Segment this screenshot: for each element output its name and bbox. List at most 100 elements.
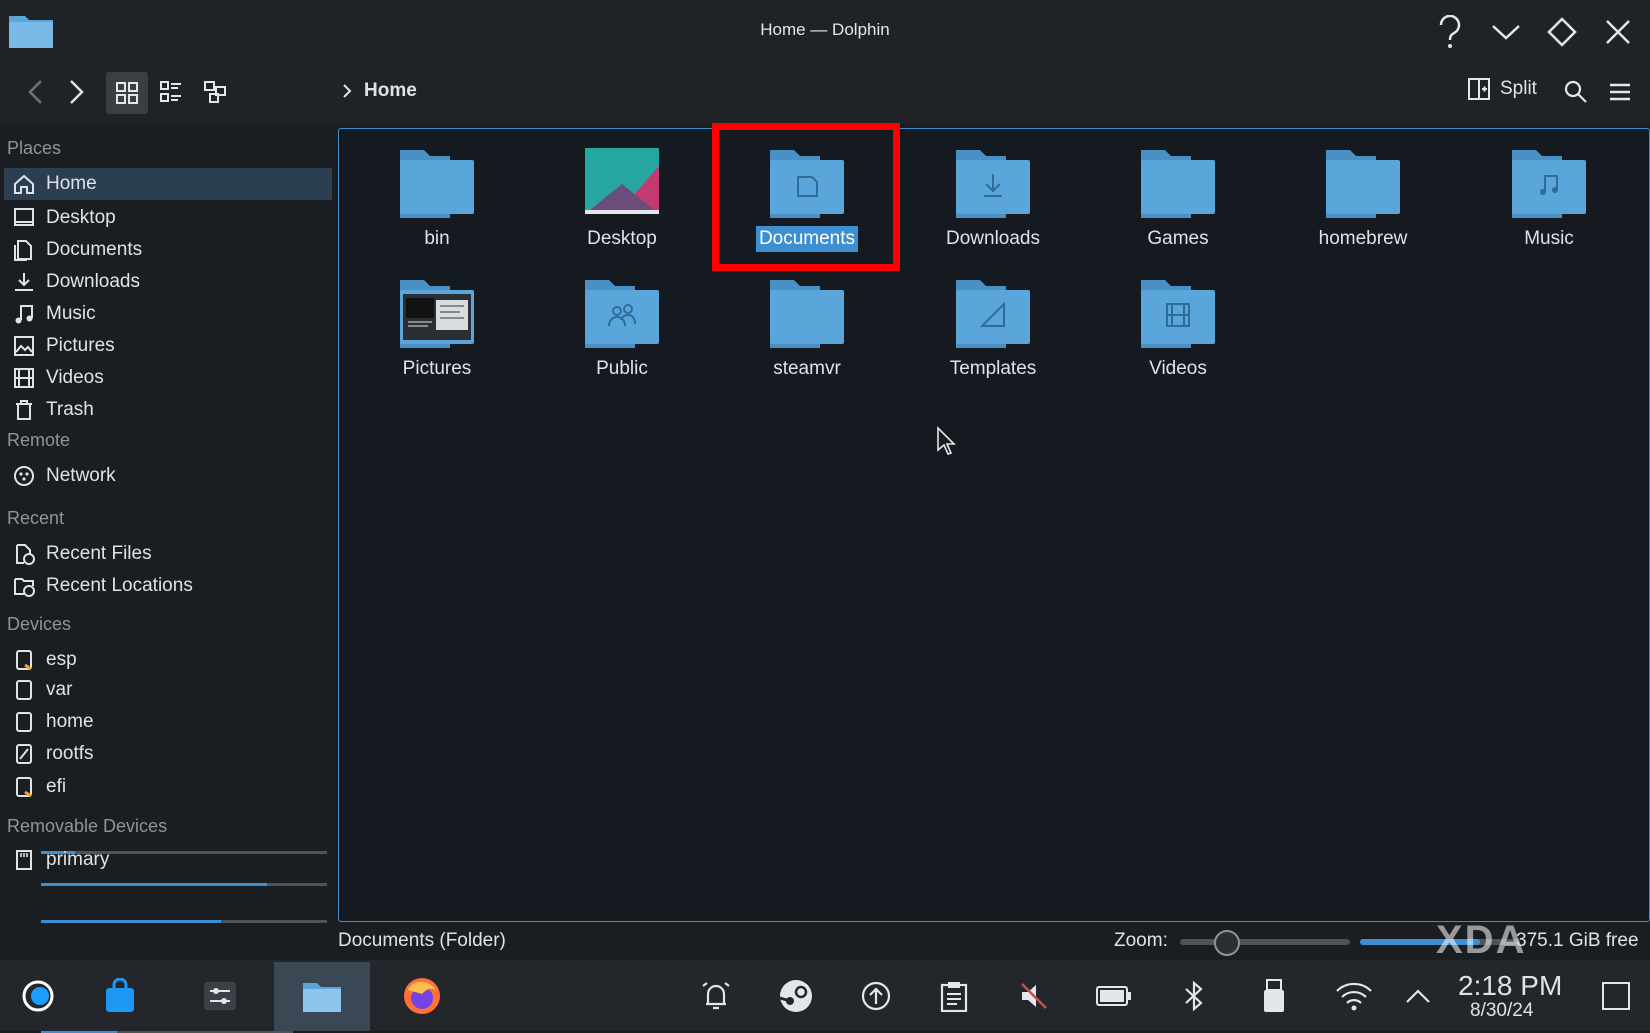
sidebar-item-home-device[interactable]: home xyxy=(4,706,332,738)
file-item-public[interactable]: Public xyxy=(547,276,697,382)
sidebar-item-label: Home xyxy=(46,173,97,194)
clock-date[interactable]: 8/30/24 xyxy=(1470,1000,1533,1022)
sidebar-item-trash[interactable]: Trash xyxy=(4,394,332,426)
file-item-videos[interactable]: Videos xyxy=(1103,276,1253,382)
drive-icon xyxy=(12,710,36,734)
split-view-icon xyxy=(1468,78,1490,100)
sidebar-item-efi[interactable]: efi xyxy=(4,771,332,803)
music-icon xyxy=(12,302,36,326)
sidebar-item-primary[interactable]: primary xyxy=(4,844,294,876)
steam-button[interactable] xyxy=(766,966,826,1026)
file-item-bin[interactable]: bin xyxy=(362,146,512,252)
sidebar-item-music[interactable]: Music xyxy=(4,298,332,330)
updates-button[interactable] xyxy=(846,966,906,1026)
help-button[interactable] xyxy=(1430,12,1470,52)
sidebar-item-esp[interactable]: esp xyxy=(4,644,332,676)
removable-media-button[interactable] xyxy=(1244,966,1304,1026)
discover-button[interactable] xyxy=(90,966,150,1026)
file-item-homebrew[interactable]: homebrew xyxy=(1288,146,1438,252)
dolphin-taskbar-button[interactable] xyxy=(292,966,352,1026)
system-settings-button[interactable] xyxy=(190,966,250,1026)
sidebar-item-videos[interactable]: Videos xyxy=(4,362,332,394)
sidebar-item-rootfs[interactable]: rootfs xyxy=(4,738,332,770)
minimize-button[interactable] xyxy=(1486,12,1526,52)
chevron-right-icon xyxy=(342,83,352,99)
zoom-slider-handle[interactable] xyxy=(1214,930,1240,956)
sidebar-item-label: Videos xyxy=(46,367,104,388)
folder-icon xyxy=(302,979,342,1013)
pictures-folder-icon xyxy=(362,276,512,348)
bluetooth-button[interactable] xyxy=(1164,966,1224,1026)
close-icon xyxy=(1605,19,1631,45)
xda-watermark: XDA xyxy=(1436,918,1527,962)
file-item-label: homebrew xyxy=(1318,228,1408,249)
sidebar-item-label: rootfs xyxy=(46,743,94,764)
file-item-downloads[interactable]: Downloads xyxy=(918,146,1068,252)
sidebar-item-desktop[interactable]: Desktop xyxy=(4,202,332,234)
compact-view-button[interactable] xyxy=(150,72,192,112)
tree-view-icon xyxy=(204,81,226,103)
maximize-button[interactable] xyxy=(1542,12,1582,52)
file-item-desktop[interactable]: Desktop xyxy=(547,146,697,252)
search-button[interactable] xyxy=(1556,72,1596,112)
menu-button[interactable] xyxy=(1600,72,1640,112)
sidebar-item-recent-files[interactable]: Recent Files xyxy=(4,538,332,570)
muted-speaker-icon xyxy=(1018,980,1050,1012)
steamos-launcher-button[interactable] xyxy=(8,966,68,1026)
battery-icon xyxy=(1096,985,1132,1007)
file-item-games[interactable]: Games xyxy=(1103,146,1253,252)
network-icon xyxy=(12,464,36,488)
sidebar-item-label: Recent Locations xyxy=(46,575,193,596)
chevron-down-icon xyxy=(1491,23,1521,41)
drive-icon xyxy=(12,648,36,672)
file-item-music[interactable]: Music xyxy=(1474,146,1624,252)
sidebar-item-home[interactable]: Home xyxy=(4,168,332,200)
public-folder-icon xyxy=(547,276,697,348)
free-space-text: 375.1 GiB free xyxy=(1516,930,1639,951)
update-arrow-icon xyxy=(860,980,892,1012)
file-item-steamvr[interactable]: steamvr xyxy=(732,276,882,382)
file-item-label: Templates xyxy=(949,358,1037,379)
sidebar-item-pictures[interactable]: Pictures xyxy=(4,330,332,362)
sidebar-item-documents[interactable]: Documents xyxy=(4,234,332,266)
firefox-button[interactable] xyxy=(392,966,452,1026)
sidebar-item-recent-locations[interactable]: Recent Locations xyxy=(4,570,332,602)
split-button[interactable]: Split xyxy=(1468,78,1537,100)
sidebar-item-var[interactable]: var xyxy=(4,674,332,706)
drive-icon xyxy=(12,742,36,766)
sidebar-item-network[interactable]: Network xyxy=(4,460,332,492)
system-tray-expand-button[interactable] xyxy=(1388,966,1448,1026)
forward-button[interactable] xyxy=(56,72,96,112)
home-icon xyxy=(12,172,36,196)
sd-card-icon xyxy=(12,848,36,872)
sidebar-item-label: esp xyxy=(46,649,77,670)
details-view-button[interactable] xyxy=(194,72,236,112)
close-button[interactable] xyxy=(1598,12,1638,52)
breadcrumb[interactable]: Home xyxy=(342,80,417,102)
videos-icon xyxy=(12,366,36,390)
sidebar-item-downloads[interactable]: Downloads xyxy=(4,266,332,298)
icons-view-button[interactable] xyxy=(106,72,148,114)
breadcrumb-home[interactable]: Home xyxy=(364,80,417,102)
volume-button[interactable] xyxy=(1004,966,1064,1026)
sidebar-item-label: Downloads xyxy=(46,271,140,292)
file-item-pictures[interactable]: Pictures xyxy=(362,276,512,382)
sidebar-item-label: primary xyxy=(46,849,110,870)
chevron-left-icon xyxy=(26,78,46,106)
clipboard-button[interactable] xyxy=(924,966,984,1026)
sidebar-item-label: efi xyxy=(46,776,67,797)
file-item-templates[interactable]: Templates xyxy=(918,276,1068,382)
battery-button[interactable] xyxy=(1084,966,1144,1026)
sidebar-item-label: Documents xyxy=(46,239,143,260)
wifi-button[interactable] xyxy=(1324,966,1384,1026)
back-button[interactable] xyxy=(16,72,56,112)
clock-time[interactable]: 2:18 PM xyxy=(1458,970,1562,1002)
notifications-button[interactable] xyxy=(686,966,746,1026)
sidebar-item-label: Desktop xyxy=(46,207,116,228)
file-item-label: Public xyxy=(596,358,648,379)
folder-icon xyxy=(1288,146,1438,218)
file-item-label: bin xyxy=(424,228,450,249)
file-item-label: Games xyxy=(1147,228,1209,249)
zoom-slider[interactable] xyxy=(1180,939,1350,945)
show-desktop-button[interactable] xyxy=(1586,966,1646,1026)
